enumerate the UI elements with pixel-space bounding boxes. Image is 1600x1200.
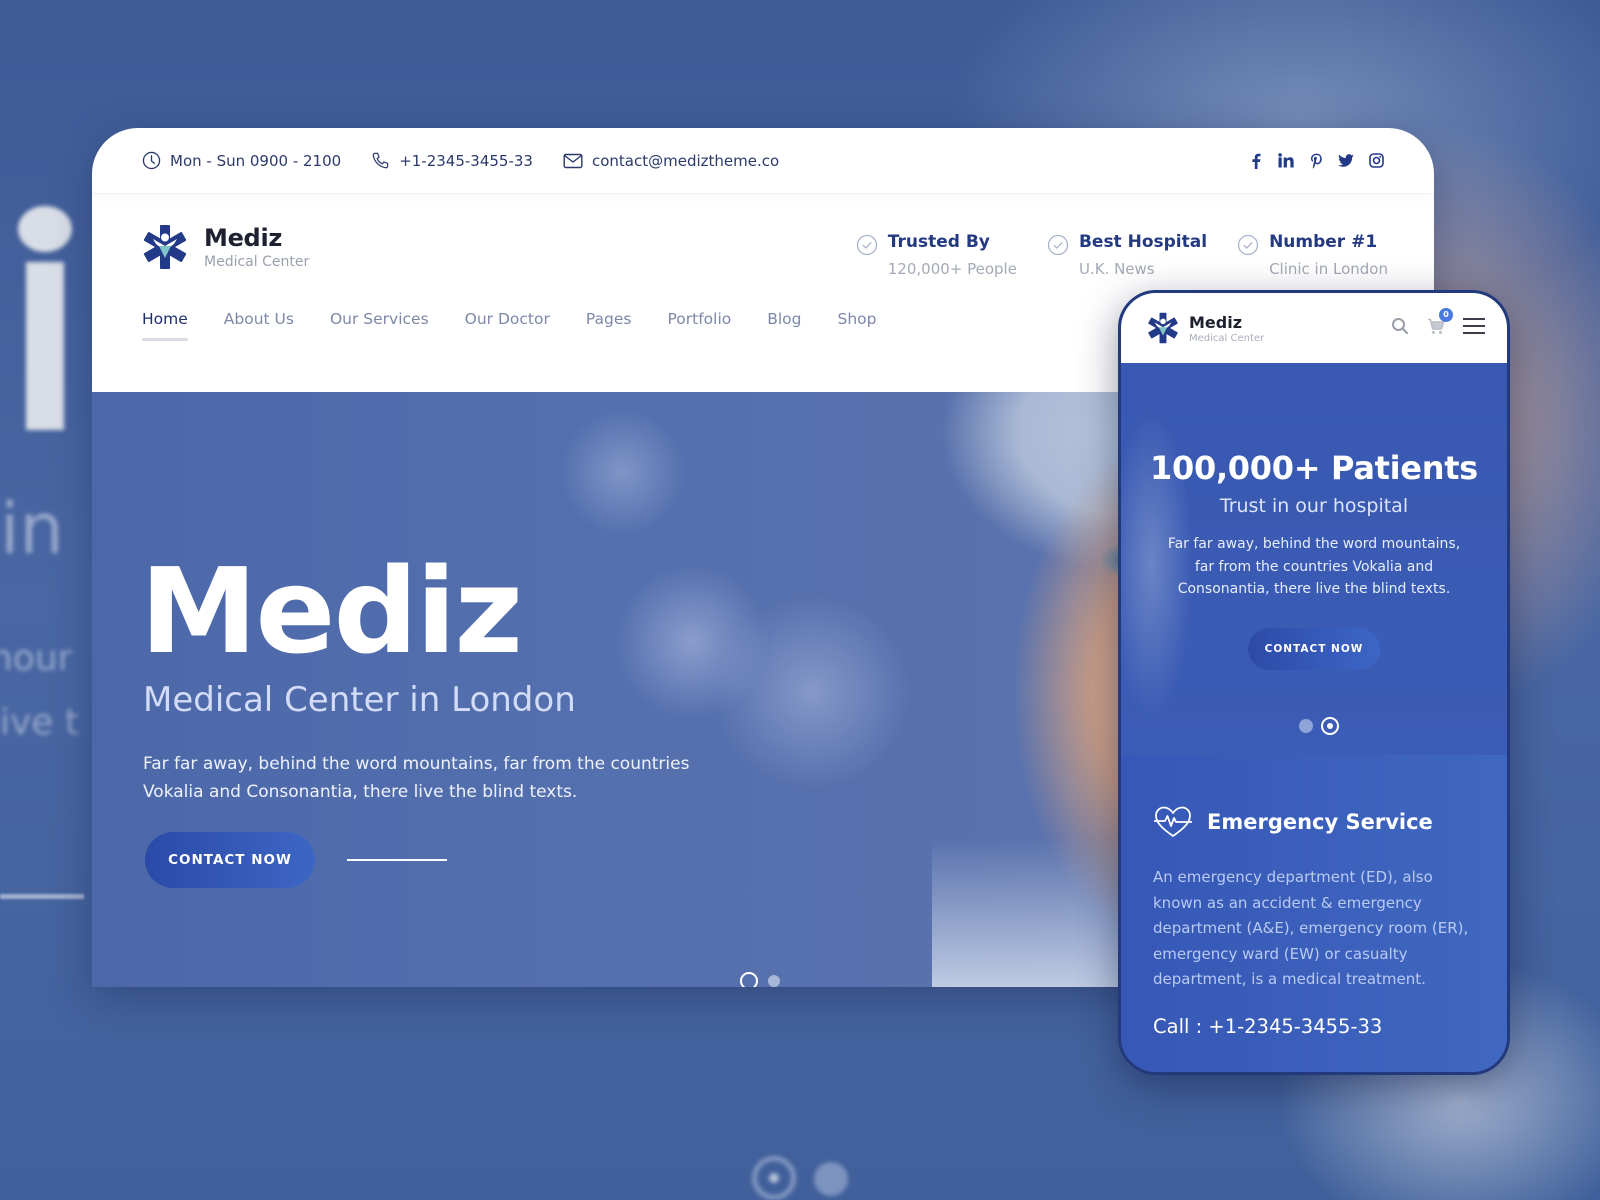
- background-slider-dot-active: [752, 1156, 796, 1200]
- mobile-site-logo[interactable]: Mediz Medical Center: [1147, 312, 1264, 344]
- background-slider-dot: [814, 1162, 848, 1196]
- check-circle-icon: [1047, 234, 1069, 256]
- mobile-brand-name: Mediz: [1189, 312, 1243, 332]
- background-letter-i-dot: [18, 206, 72, 252]
- opening-hours: Mon - Sun 0900 - 2100: [142, 151, 341, 170]
- slider-dot[interactable]: [1299, 719, 1313, 733]
- hero-title: Mediz: [140, 542, 523, 680]
- badge-best-hospital: Best Hospital U.K. News: [1047, 232, 1207, 278]
- badge-subtitle: 120,000+ People: [887, 260, 1017, 278]
- mobile-slider-pagination: [1299, 717, 1339, 735]
- slider-dot-active[interactable]: [740, 972, 758, 987]
- mobile-brand-tagline: Medical Center: [1189, 332, 1265, 344]
- trust-badges: Trusted By 120,000+ People Best Hospital…: [856, 232, 1388, 278]
- phone-number-text: +1-2345-3455-33: [399, 151, 533, 170]
- nav-item-shop[interactable]: Shop: [838, 310, 877, 328]
- emergency-service-title: Emergency Service: [1207, 810, 1433, 834]
- badge-title: Best Hospital: [1078, 232, 1208, 252]
- social-links: [1248, 153, 1384, 169]
- email-address-text: contact@mediztheme.co: [591, 151, 780, 170]
- contact-now-button[interactable]: CONTACT NOW: [145, 832, 315, 888]
- slider-dot[interactable]: [768, 975, 780, 987]
- hero-description: Far far away, behind the word mountains,…: [143, 754, 690, 802]
- brand-name: Mediz: [204, 224, 283, 252]
- brand-row: Mediz Medical Center Trusted By 120,000+…: [92, 194, 1434, 300]
- mobile-header: Mediz Medical Center 0: [1121, 293, 1507, 363]
- hero-subtitle: Medical Center in London: [143, 680, 576, 720]
- nav-item-portfolio[interactable]: Portfolio: [667, 310, 731, 328]
- twitter-icon[interactable]: [1338, 153, 1354, 169]
- linkedin-icon[interactable]: [1278, 153, 1294, 169]
- emergency-service-description: An emergency department (ED), also known…: [1153, 868, 1469, 988]
- mobile-header-actions: 0: [1391, 307, 1485, 339]
- instagram-icon[interactable]: [1368, 153, 1384, 169]
- badge-title: Number #1: [1269, 232, 1378, 252]
- hamburger-menu-icon[interactable]: [1463, 317, 1485, 339]
- mail-icon: [563, 153, 583, 168]
- mobile-hero-slider: 100,000+ Patients Trust in our hospital …: [1121, 363, 1507, 755]
- site-logo[interactable]: Mediz Medical Center: [142, 224, 309, 270]
- clock-icon: [142, 151, 161, 170]
- badge-title: Trusted By: [887, 232, 990, 252]
- nav-item-our-doctor[interactable]: Our Doctor: [465, 310, 550, 328]
- phone-number[interactable]: +1-2345-3455-33: [371, 151, 533, 170]
- heart-pulse-icon: [1154, 806, 1192, 837]
- cart-button[interactable]: 0: [1427, 307, 1453, 339]
- brand-tagline: Medical Center: [204, 254, 310, 270]
- emergency-call-number[interactable]: Call : +1-2345-3455-33: [1153, 1015, 1475, 1038]
- background-text: nour: [0, 638, 73, 679]
- slider-pagination: [740, 972, 780, 987]
- slider-dot-active[interactable]: [1321, 717, 1339, 735]
- nav-item-home[interactable]: Home: [142, 310, 188, 341]
- background-text: live t: [0, 702, 80, 743]
- nav-item-pages[interactable]: Pages: [586, 310, 632, 328]
- nav-item-about-us[interactable]: About Us: [224, 310, 294, 328]
- nav-item-blog[interactable]: Blog: [767, 310, 801, 328]
- badge-number-one: Number #1 Clinic in London: [1237, 232, 1388, 278]
- badge-subtitle: U.K. News: [1078, 260, 1155, 278]
- badge-trusted-by: Trusted By 120,000+ People: [856, 232, 1017, 278]
- opening-hours-text: Mon - Sun 0900 - 2100: [170, 151, 342, 170]
- medical-star-logo-icon: [143, 225, 187, 269]
- search-icon[interactable]: [1391, 317, 1409, 339]
- mobile-hero-description: Far far away, behind the word mountains,…: [1167, 536, 1461, 597]
- top-info-bar: Mon - Sun 0900 - 2100 +1-2345-3455-33 co…: [92, 128, 1434, 194]
- check-circle-icon: [1237, 234, 1259, 256]
- phone-icon: [372, 152, 389, 169]
- background-line: [0, 894, 84, 899]
- emergency-service-card: Emergency Service An emergency departmen…: [1121, 755, 1507, 1072]
- nav-item-our-services[interactable]: Our Services: [330, 310, 429, 328]
- medical-star-logo-icon: [1148, 312, 1178, 344]
- mobile-contact-now-button[interactable]: CONTACT NOW: [1248, 628, 1380, 670]
- email-address[interactable]: contact@mediztheme.co: [563, 152, 779, 170]
- check-circle-icon: [856, 234, 877, 256]
- background-text: in: [0, 488, 64, 570]
- mobile-preview: Mediz Medical Center 0 100,000+ Patients…: [1118, 290, 1510, 1075]
- background-letter-i-stem: [26, 262, 64, 430]
- hero-decorative-line: [347, 859, 447, 861]
- cart-count-badge: 0: [1439, 307, 1453, 322]
- facebook-icon[interactable]: [1248, 153, 1264, 169]
- mobile-hero-subtitle: Trust in our hospital: [1219, 495, 1409, 517]
- badge-subtitle: Clinic in London: [1269, 260, 1388, 278]
- pinterest-icon[interactable]: [1308, 153, 1324, 169]
- mobile-hero-title: 100,000+ Patients: [1150, 449, 1478, 487]
